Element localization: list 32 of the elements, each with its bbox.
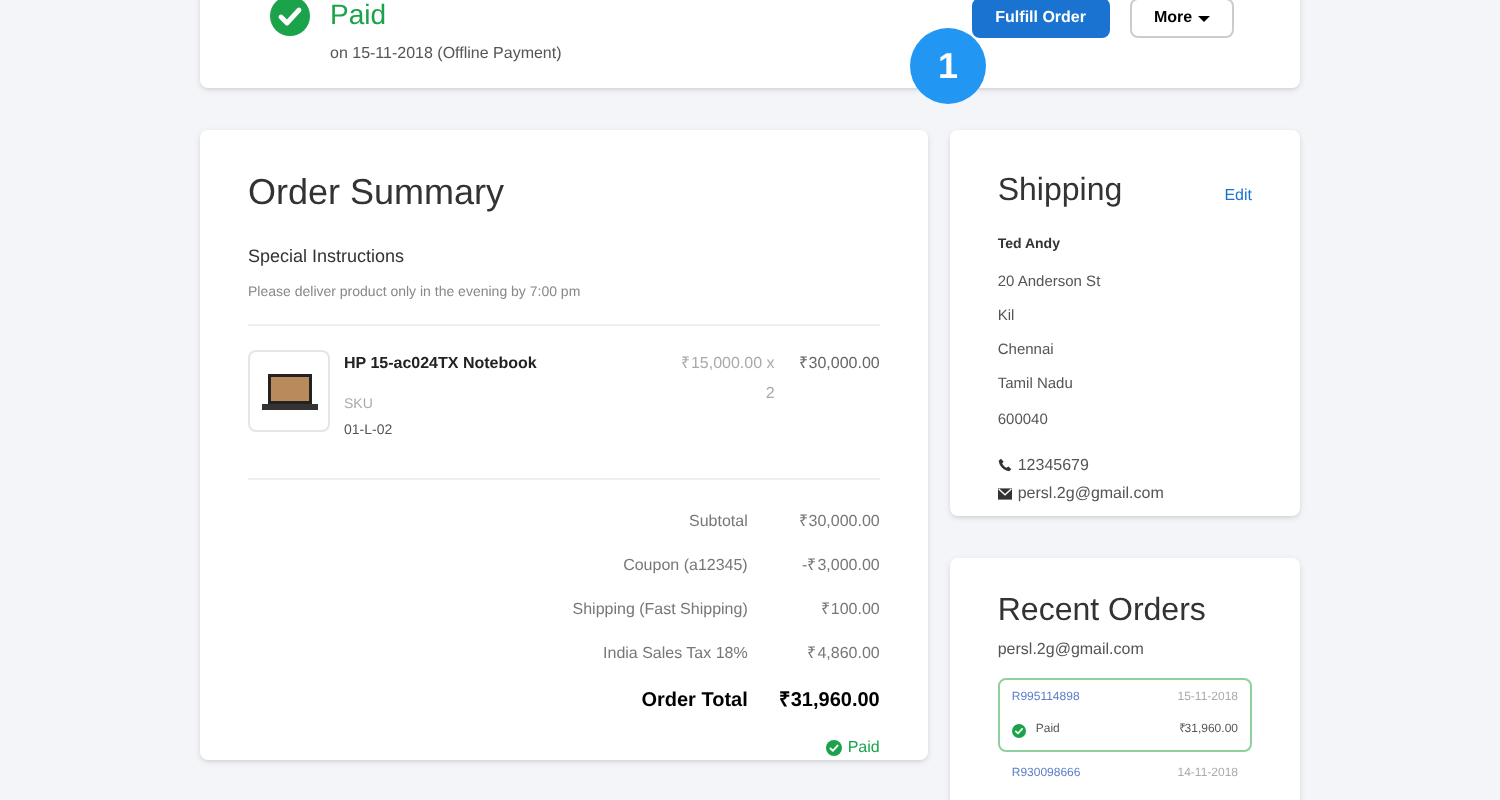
laptop-icon: [259, 371, 319, 411]
totals-value: ₹30,000.00: [796, 510, 880, 534]
envelope-icon: [997, 487, 1012, 500]
phone-icon: [997, 458, 1012, 473]
total-value: ₹31,960.00: [776, 688, 880, 716]
phone-number: 12345679: [1017, 453, 1089, 478]
line-total: ₹30,000.00: [798, 352, 880, 376]
fulfill-order-button[interactable]: Fulfill Order: [971, 0, 1110, 38]
totals-value: -₹3,000.00: [800, 554, 880, 578]
quantity: 2: [765, 382, 775, 406]
more-dropdown-button[interactable]: More: [1130, 0, 1234, 38]
unit-price: ₹15,000.00 x: [680, 352, 775, 376]
totals-value: ₹100.00: [818, 598, 880, 622]
total-label: Order Total: [641, 688, 748, 716]
recent-orders-title: Recent Orders: [997, 592, 1208, 632]
totals-label: Shipping (Fast Shipping): [572, 598, 748, 622]
order-payment-status: Paid: [847, 736, 880, 760]
customer-email: persl.2g@gmail.com: [997, 638, 1146, 662]
email-address: persl.2g@gmail.com: [1017, 481, 1164, 506]
totals-value: ₹4,860.00: [805, 642, 880, 666]
payment-status: Paid: [330, 0, 389, 32]
totals-label: Coupon (a12345): [623, 554, 748, 578]
check-circle-icon: [1011, 724, 1026, 738]
caret-icon: [1198, 15, 1211, 21]
order-summary-title: Order Summary: [248, 170, 507, 216]
totals-label: Subtotal: [689, 510, 748, 534]
payment-detail: on 15-11-2018 (Offline Payment): [330, 42, 562, 66]
product-name: HP 15-ac024TX Notebook: [344, 352, 537, 376]
shipping-title: Shipping: [997, 172, 1123, 212]
instructions-label: Special Instructions: [248, 244, 407, 270]
edit-link[interactable]: Edit: [1224, 184, 1252, 208]
totals-label: India Sales Tax 18%: [603, 642, 748, 666]
